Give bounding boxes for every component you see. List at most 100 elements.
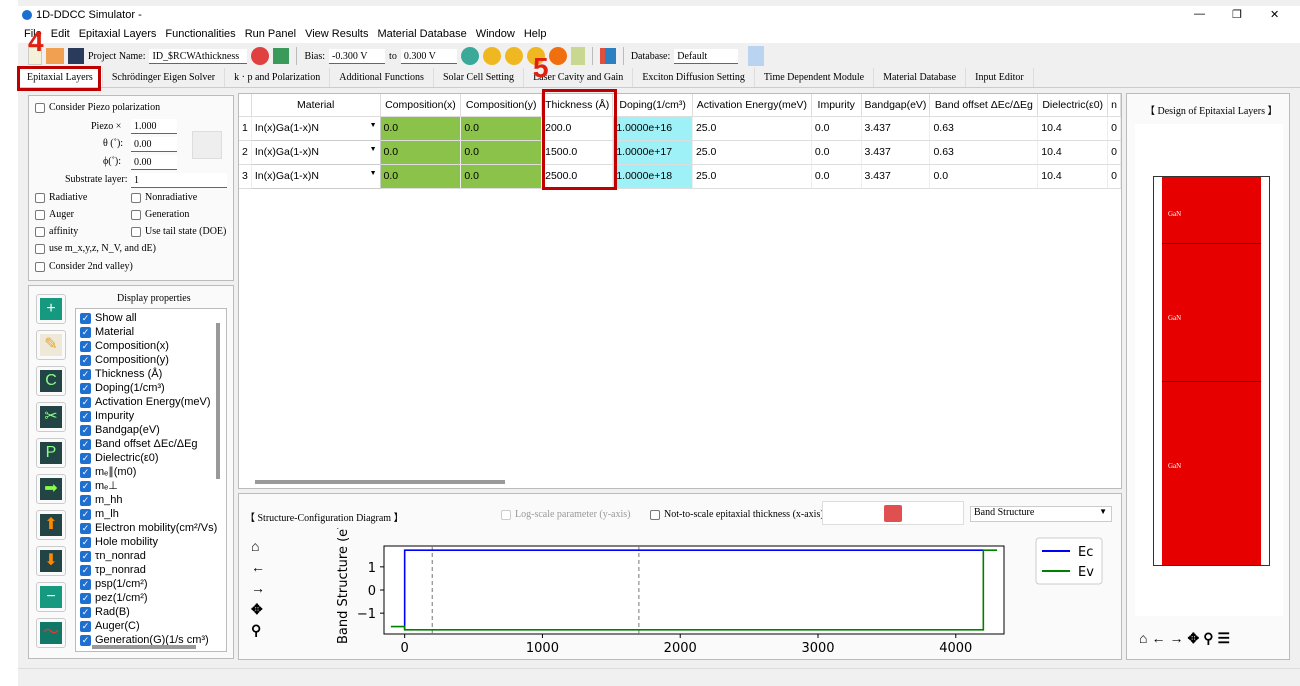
property-checkbox[interactable]: ✓ Composition(y) xyxy=(80,353,226,367)
material-select[interactable]: In(x)Ga(1-x)N ▼ xyxy=(250,115,381,141)
menu-epitaxial-layers[interactable]: Epitaxial Layers xyxy=(79,28,157,40)
pan-icon[interactable]: ✥ xyxy=(1187,630,1203,646)
property-checkbox[interactable]: ✓ Dielectric(ε0) xyxy=(80,451,226,465)
table-cell[interactable]: 10.4 xyxy=(1037,116,1109,141)
tab-kp-polarization[interactable]: k · p and Polarization xyxy=(225,68,331,87)
property-checkbox[interactable]: ✓ Electron mobility(cm²/Vs) xyxy=(80,521,226,535)
property-checkbox[interactable]: ✓ pez(1/cm²) xyxy=(80,591,226,605)
bias-from-input[interactable]: -0.300 V xyxy=(329,48,386,64)
table-horizontal-scrollbar[interactable] xyxy=(255,480,505,484)
property-checkbox[interactable]: ✓ Band offset ΔEc/ΔEg xyxy=(80,437,226,451)
tab-exciton-diffusion[interactable]: Exciton Diffusion Setting xyxy=(633,68,755,87)
move-down-button[interactable]: ⬇ xyxy=(36,546,66,576)
plot-button[interactable]: 〜 xyxy=(36,618,66,648)
pan-icon[interactable]: ✥ xyxy=(251,599,265,620)
paste-layer-button[interactable]: P xyxy=(36,438,66,468)
reload-database-icon[interactable] xyxy=(748,46,765,66)
table-cell[interactable]: 25.0 xyxy=(692,164,812,189)
close-button[interactable]: ✕ xyxy=(1270,8,1279,21)
table-cell[interactable]: 0.0 xyxy=(460,164,543,189)
back-icon[interactable]: ← xyxy=(1151,630,1169,646)
property-checkbox[interactable]: ✓ mₑ⊥ xyxy=(80,479,226,493)
table-cell[interactable]: 25.0 xyxy=(692,140,812,165)
tab-time-dependent[interactable]: Time Dependent Module xyxy=(755,68,875,87)
tab-input-editor[interactable]: Input Editor xyxy=(966,68,1034,87)
column-header[interactable]: Doping(1/cm³) xyxy=(612,94,693,117)
cut-layer-button[interactable]: ✂ xyxy=(36,402,66,432)
phi-input[interactable]: 0.00 xyxy=(131,155,177,170)
property-checkbox[interactable]: ✓ Hole mobility xyxy=(80,535,226,549)
menu-view-results[interactable]: View Results xyxy=(305,28,368,40)
table-cell[interactable]: 1.0000e+17 xyxy=(612,140,693,165)
horizontal-scrollbar[interactable] xyxy=(92,645,196,649)
vertical-scrollbar[interactable] xyxy=(216,323,220,479)
maximize-button[interactable]: ❐ xyxy=(1232,8,1242,21)
column-header[interactable]: Material xyxy=(251,94,381,117)
table-row[interactable]: 3 In(x)Ga(1-x)N ▼ 0.0 0.0 2500.0 1.0000e+18 25.… xyxy=(239,163,1121,189)
table-cell[interactable]: 0.63 xyxy=(929,116,1039,141)
menu-help[interactable]: Help xyxy=(524,28,547,40)
property-checkbox[interactable]: ✓ m_hh xyxy=(80,493,226,507)
refresh-icon[interactable] xyxy=(251,47,270,65)
property-checkbox[interactable]: ✓ Bandgap(eV) xyxy=(80,423,226,437)
table-cell[interactable]: 1.0000e+18 xyxy=(612,164,693,189)
layer-block[interactable]: GaN xyxy=(1162,244,1261,382)
table-cell[interactable]: 10.4 xyxy=(1037,140,1109,165)
property-checkbox[interactable]: ✓ Doping(1/cm³) xyxy=(80,381,226,395)
menu-edit[interactable]: Edit xyxy=(51,28,70,40)
table-cell[interactable]: 0 xyxy=(1107,164,1121,189)
insert-layer-button[interactable]: ➡ xyxy=(36,474,66,504)
piezo-input[interactable]: 1.000 xyxy=(131,119,177,134)
table-cell[interactable]: 0 xyxy=(1107,140,1121,165)
property-checkbox[interactable]: ✓ τp_nonrad xyxy=(80,563,226,577)
clean-icon[interactable] xyxy=(570,47,585,65)
configure-icon[interactable]: ☰ xyxy=(1217,630,1234,646)
tail-state-checkbox[interactable]: Use tail state (DOE) xyxy=(131,226,226,237)
nonradiative-checkbox[interactable]: Nonradiative xyxy=(131,192,197,203)
bias-to-input[interactable]: 0.300 V xyxy=(400,48,457,64)
property-checkbox[interactable]: ✓ m_lh xyxy=(80,507,226,521)
back-icon[interactable]: ← xyxy=(251,557,265,578)
table-cell[interactable]: 0.0 xyxy=(460,116,543,141)
table-cell[interactable]: 3.437 xyxy=(861,164,931,189)
table-cell[interactable]: 0 xyxy=(1107,116,1121,141)
mxyz-checkbox[interactable]: use m_x,y,z, N_V, and dE) xyxy=(35,243,156,254)
menu-functionalities[interactable]: Functionalities xyxy=(165,28,235,40)
column-header[interactable]: Composition(x) xyxy=(380,94,462,117)
column-header[interactable]: Composition(y) xyxy=(460,94,543,117)
not-to-scale-checkbox[interactable]: Not-to-scale epitaxial thickness (x-axis… xyxy=(650,509,824,520)
auger-checkbox[interactable]: Auger xyxy=(35,209,74,220)
property-checkbox[interactable]: ✓ Impurity xyxy=(80,409,226,423)
table-cell[interactable]: 0.0 xyxy=(380,116,462,141)
menu-run-panel[interactable]: Run Panel xyxy=(245,28,296,40)
remove-layer-button[interactable]: − xyxy=(36,582,66,612)
tab-additional-functions[interactable]: Additional Functions xyxy=(330,68,434,87)
chart-export-button[interactable] xyxy=(822,501,964,525)
property-checkbox[interactable]: ✓ Activation Energy(meV) xyxy=(80,395,226,409)
property-checkbox[interactable]: ✓ τn_nonrad xyxy=(80,549,226,563)
column-header[interactable]: Bandgap(eV) xyxy=(861,94,931,117)
edit-layer-button[interactable]: ✎ xyxy=(36,330,66,360)
substrate-input[interactable]: 1 xyxy=(131,173,227,188)
menu-window[interactable]: Window xyxy=(476,28,515,40)
table-cell[interactable]: 3.437 xyxy=(861,140,931,165)
open-folder-icon[interactable] xyxy=(46,48,64,64)
radiative-checkbox[interactable]: Radiative xyxy=(35,192,87,203)
table-cell[interactable]: 0.0 xyxy=(380,140,462,165)
table-row[interactable]: 1 In(x)Ga(1-x)N ▼ 0.0 0.0 200.0 1.0000e+16 25.0… xyxy=(239,115,1121,141)
forward-icon[interactable]: → xyxy=(1169,630,1187,646)
zoom-icon[interactable]: ⚲ xyxy=(251,620,265,641)
copy-layer-button[interactable]: C xyxy=(36,366,66,396)
tab-solar-cell[interactable]: Solar Cell Setting xyxy=(434,68,525,87)
run-icon[interactable] xyxy=(482,47,501,65)
column-header[interactable]: Dielectric(ε0) xyxy=(1037,94,1109,117)
property-checkbox[interactable]: ✓ Auger(C) xyxy=(80,619,226,633)
table-cell[interactable]: 0.0 xyxy=(811,164,862,189)
layer-block[interactable]: GaN xyxy=(1162,177,1261,244)
column-header[interactable]: Impurity xyxy=(811,94,862,117)
affinity-checkbox[interactable]: affinity xyxy=(35,226,78,237)
minimize-button[interactable]: — xyxy=(1194,8,1205,20)
table-cell[interactable]: 0.0 xyxy=(460,140,543,165)
table-cell[interactable]: 0.0 xyxy=(811,140,862,165)
layer-block[interactable]: GaN xyxy=(1162,382,1261,565)
